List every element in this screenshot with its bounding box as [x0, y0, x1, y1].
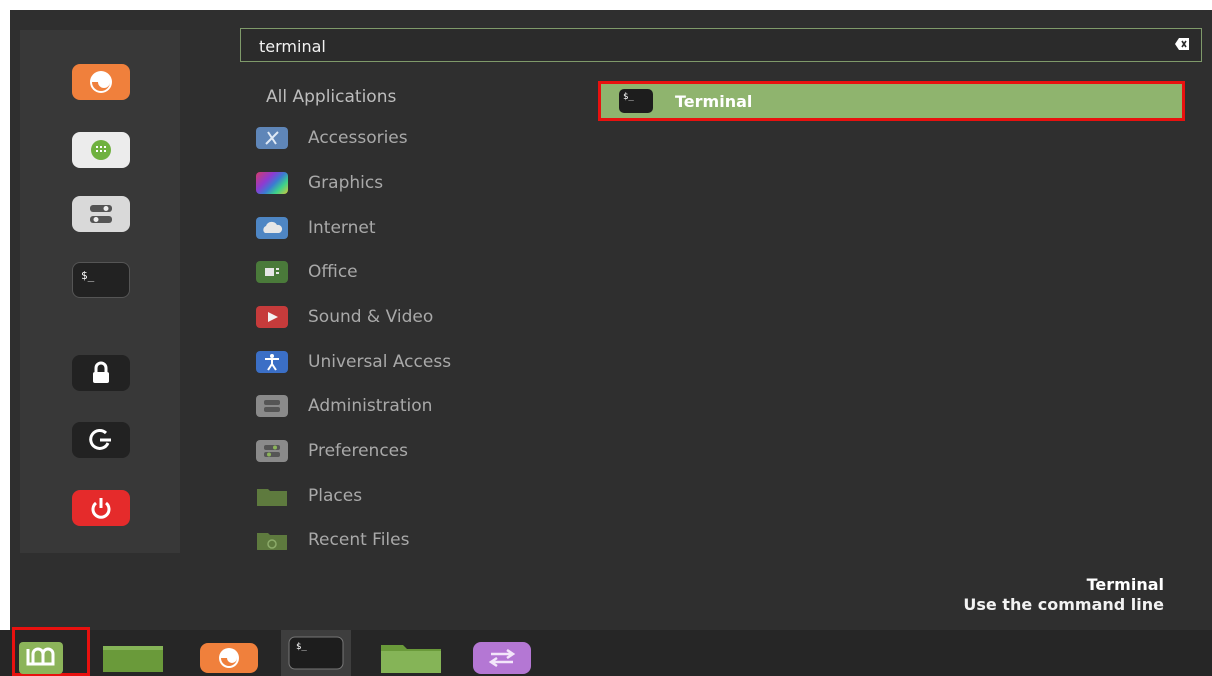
terminal-icon[interactable]: $_	[281, 630, 351, 676]
workspace-switcher-icon[interactable]	[473, 640, 531, 674]
search-field[interactable]: terminal	[240, 28, 1202, 62]
category-universal-access[interactable]: Universal Access	[256, 348, 556, 376]
category-label: Universal Access	[308, 352, 452, 372]
show-desktop-icon[interactable]	[103, 640, 163, 674]
category-label: Office	[308, 262, 358, 282]
category-preferences[interactable]: Preferences	[256, 437, 556, 465]
terminal-prompt-glyph: $_	[81, 269, 95, 282]
category-label: Graphics	[308, 173, 384, 193]
category-label: Internet	[308, 218, 376, 238]
result-label: Terminal	[675, 91, 753, 111]
category-all-applications[interactable]: All Applications	[266, 87, 396, 107]
category-label: Sound & Video	[308, 307, 434, 327]
terminal-icon: $_	[619, 89, 653, 113]
app-description-title: Terminal	[1086, 575, 1164, 594]
bottom-panel: $_	[0, 627, 1212, 676]
lock-screen-icon[interactable]	[72, 355, 130, 391]
app-description-text: Use the command line	[963, 595, 1164, 614]
category-internet[interactable]: Internet	[256, 214, 556, 242]
logout-icon[interactable]	[72, 422, 130, 458]
category-sound-video[interactable]: Sound & Video	[256, 303, 556, 331]
accessories-icon	[256, 127, 288, 149]
backspace-clear-icon[interactable]	[1175, 38, 1189, 50]
files-folder-icon[interactable]	[381, 640, 441, 674]
category-label: Administration	[308, 396, 433, 416]
office-icon	[256, 261, 288, 283]
category-recent-files[interactable]: Recent Files	[256, 526, 556, 554]
graphics-icon	[256, 172, 288, 194]
category-label: Places	[308, 486, 363, 506]
internet-cloud-icon	[256, 217, 288, 239]
category-accessories[interactable]: Accessories	[256, 124, 556, 152]
places-folder-icon	[256, 485, 288, 507]
category-graphics[interactable]: Graphics	[256, 169, 556, 197]
firefox-icon[interactable]	[72, 64, 130, 100]
preferences-icon	[256, 440, 288, 462]
sound-video-icon	[256, 306, 288, 328]
category-places[interactable]: Places	[256, 482, 556, 510]
system-settings-icon[interactable]	[72, 196, 130, 232]
category-administration[interactable]: Administration	[256, 392, 556, 420]
administration-icon	[256, 395, 288, 417]
svg-text:$_: $_	[296, 642, 307, 652]
software-manager-icon[interactable]	[72, 132, 130, 168]
power-icon[interactable]	[72, 490, 130, 526]
category-office[interactable]: Office	[256, 258, 556, 286]
category-label: Recent Files	[308, 530, 410, 550]
search-input[interactable]: terminal	[259, 37, 326, 56]
recent-files-icon	[256, 529, 288, 551]
category-label: Preferences	[308, 441, 408, 461]
mint-menu-icon[interactable]	[18, 640, 64, 674]
search-result-terminal[interactable]: $_ Terminal	[598, 81, 1185, 121]
firefox-icon[interactable]	[200, 640, 258, 674]
universal-access-icon	[256, 351, 288, 373]
terminal-icon[interactable]: $_	[72, 262, 130, 298]
category-label: Accessories	[308, 128, 408, 148]
